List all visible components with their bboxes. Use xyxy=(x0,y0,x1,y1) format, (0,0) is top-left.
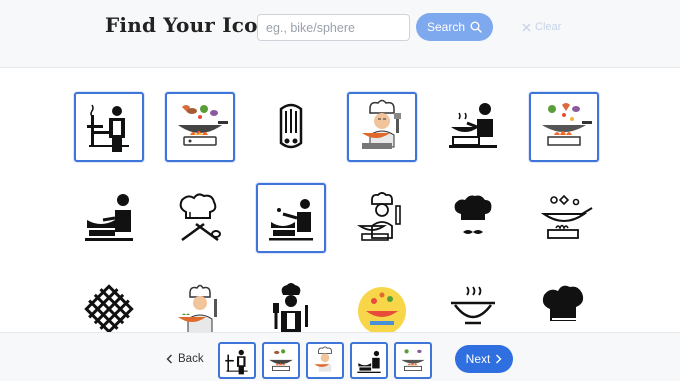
chef-cooking-color-icon xyxy=(314,345,332,372)
grill-grate-icon xyxy=(84,284,134,332)
oven-mitt-icon xyxy=(279,103,303,149)
selected-thumbs xyxy=(218,342,432,379)
icon-tile[interactable] xyxy=(347,274,417,332)
icon-tile[interactable] xyxy=(74,183,144,253)
icon-tile[interactable] xyxy=(165,183,235,253)
cook-stir-icon xyxy=(269,199,313,241)
wok-veggies-color-icon xyxy=(542,103,592,146)
search-button-label: Search xyxy=(426,20,466,34)
search-button[interactable]: Search xyxy=(416,13,493,41)
next-button[interactable]: Next xyxy=(455,345,513,373)
icon-tile[interactable] xyxy=(256,183,326,253)
selected-thumb[interactable] xyxy=(218,342,256,379)
chef-hat-utensils-icon xyxy=(179,193,221,242)
header: Find Your Icon Search Clear xyxy=(0,0,680,68)
footer: Back Next xyxy=(0,332,680,381)
icon-tile[interactable] xyxy=(347,183,417,253)
cook-pot-icon xyxy=(85,194,133,241)
grill-chef-icon xyxy=(87,104,129,152)
chef-hat-icon xyxy=(542,285,584,321)
icon-tile[interactable] xyxy=(438,183,508,253)
page-title: Find Your Icon xyxy=(105,13,273,37)
hot-bowl-icon xyxy=(451,286,495,325)
next-label: Next xyxy=(465,352,491,366)
icon-grid xyxy=(72,90,612,332)
icon-tile[interactable] xyxy=(438,274,508,332)
icon-tile[interactable] xyxy=(347,92,417,162)
close-icon xyxy=(522,23,531,31)
icon-tile[interactable] xyxy=(74,274,144,332)
pasta-bowl-color-icon xyxy=(358,287,406,332)
chef-cooking-color-icon xyxy=(362,99,401,149)
clear-button[interactable]: Clear xyxy=(522,19,561,35)
search-input[interactable] xyxy=(257,14,410,41)
chevron-right-icon xyxy=(496,354,502,364)
icon-tile[interactable] xyxy=(165,274,235,332)
icon-tile[interactable] xyxy=(74,92,144,162)
grill-chef-icon xyxy=(225,349,248,374)
chevron-left-icon xyxy=(166,354,172,364)
chef-hat-mustache-icon xyxy=(454,195,492,234)
icon-tile[interactable] xyxy=(529,183,599,253)
pan-flip-outline-icon xyxy=(540,194,593,239)
wok-flames-color-icon xyxy=(178,105,228,146)
back-label: Back xyxy=(178,353,204,365)
icon-tile[interactable] xyxy=(438,92,508,162)
icon-tile[interactable] xyxy=(256,274,326,332)
selected-thumb[interactable] xyxy=(350,342,388,379)
selected-thumb[interactable] xyxy=(306,342,344,379)
cook-stove-icon xyxy=(449,103,497,148)
selected-thumb[interactable] xyxy=(394,342,432,379)
selected-thumb[interactable] xyxy=(262,342,300,379)
chef-serving-color-icon xyxy=(178,284,217,332)
icon-tile[interactable] xyxy=(529,274,599,332)
back-button[interactable]: Back xyxy=(166,353,204,365)
chef-stirring-outline-icon xyxy=(357,192,401,241)
wok-veggies-color-icon xyxy=(401,348,425,371)
wok-flames-color-icon xyxy=(269,348,293,371)
search-icon xyxy=(470,21,482,33)
cook-stir-icon xyxy=(357,350,381,373)
icon-tile[interactable] xyxy=(165,92,235,162)
clear-label: Clear xyxy=(535,21,562,33)
icon-tile[interactable] xyxy=(256,92,326,162)
icon-tile[interactable] xyxy=(529,92,599,162)
chef-spatula-icon xyxy=(273,283,308,332)
